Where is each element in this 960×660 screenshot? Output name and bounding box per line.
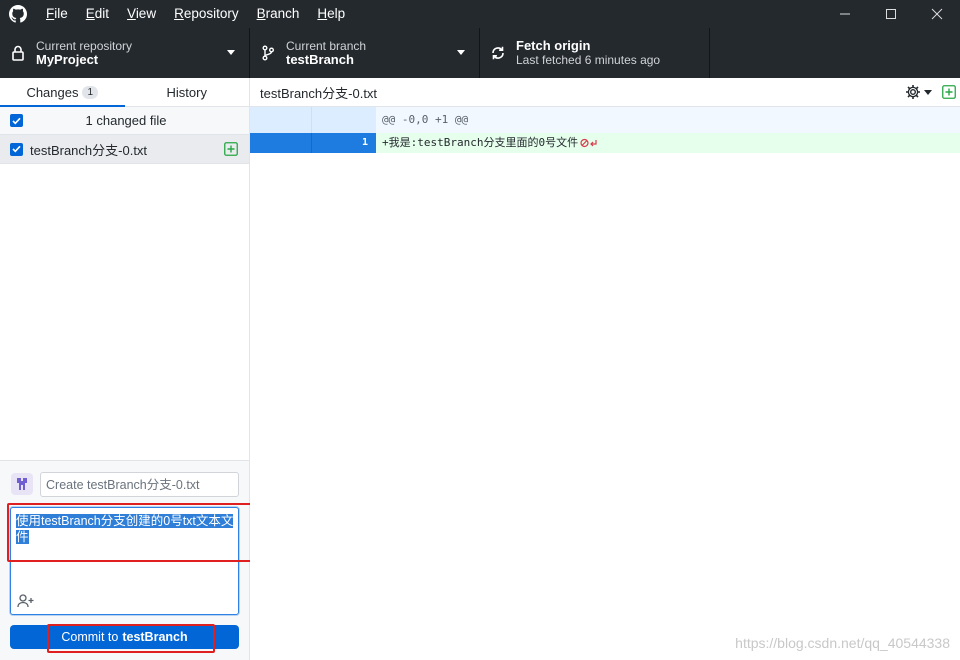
- changes-count-badge: 1: [82, 85, 99, 99]
- commit-summary-input[interactable]: [40, 472, 239, 497]
- window-controls: [822, 0, 960, 28]
- menu-file[interactable]: File: [36, 0, 77, 28]
- tab-changes-label: Changes: [26, 84, 79, 100]
- file-checkbox[interactable]: [10, 142, 23, 156]
- menu-help[interactable]: Help: [308, 0, 354, 28]
- chevron-down-icon: [924, 89, 932, 95]
- menu-repository[interactable]: Repository: [165, 0, 248, 28]
- file-added-icon: [224, 142, 238, 156]
- menu-branch[interactable]: Branch: [248, 0, 309, 28]
- menu-bar: File Edit View Repository Branch Help: [36, 0, 354, 28]
- fetch-origin-button[interactable]: Fetch origin Last fetched 6 minutes ago: [480, 28, 710, 78]
- current-branch-button[interactable]: Current branch testBranch: [250, 28, 480, 78]
- sidebar-tabs: Changes 1 History: [0, 78, 249, 107]
- close-icon[interactable]: [914, 0, 960, 28]
- hunk-header-text: @@ -0,0 +1 @@: [382, 113, 469, 126]
- file-name: testBranch分支-0.txt: [30, 142, 148, 158]
- fetch-title: Fetch origin: [516, 38, 591, 53]
- added-line-content: +我是:testBranch分支里面的0号文件: [376, 133, 598, 153]
- sync-icon: [480, 45, 516, 61]
- maximize-icon[interactable]: [868, 0, 914, 28]
- toolbar: Current repository MyProject Current bra…: [0, 28, 960, 78]
- lock-icon: [0, 45, 36, 61]
- changed-files-header: 1 changed file: [0, 107, 249, 135]
- tab-history[interactable]: History: [125, 78, 250, 106]
- repository-name: MyProject: [36, 52, 99, 67]
- diff-view: testBranch分支-0.txt @@ -0,0 +1 @@ 1 +我是:t…: [250, 78, 960, 660]
- diff-header: testBranch分支-0.txt: [250, 78, 960, 107]
- branch-label: Current branch: [286, 39, 367, 53]
- commit-description-text: 使用testBranch分支创建的0号txt文本文件: [16, 514, 234, 544]
- hunk-gutter-old: [250, 107, 312, 133]
- changed-files-count: 1 changed file: [85, 113, 167, 128]
- diff-settings-button[interactable]: [905, 84, 932, 100]
- file-list-item[interactable]: testBranch分支-0.txt: [0, 135, 249, 164]
- current-repository-button[interactable]: Current repository MyProject: [0, 28, 250, 78]
- commit-button-branch: testBranch: [122, 630, 188, 644]
- line-number[interactable]: 1: [312, 133, 376, 153]
- gear-icon: [906, 85, 920, 99]
- chevron-down-icon: [227, 50, 235, 55]
- chevron-down-icon: [457, 50, 465, 55]
- no-newline-icon: [580, 138, 598, 148]
- last-fetched-text: Last fetched 6 minutes ago: [516, 53, 661, 67]
- avatar: [11, 473, 33, 495]
- tab-history-label: History: [166, 84, 207, 100]
- commit-button-prefix: Commit to: [61, 630, 119, 644]
- commit-button[interactable]: Commit to testBranch: [10, 625, 239, 649]
- commit-description-field[interactable]: 使用testBranch分支创建的0号txt文本文件: [10, 507, 239, 615]
- file-added-icon: [942, 85, 956, 99]
- menu-view[interactable]: View: [118, 0, 165, 28]
- tab-changes[interactable]: Changes 1: [0, 78, 125, 107]
- added-line-text: +我是:testBranch分支里面的0号文件: [382, 136, 579, 149]
- branch-icon: [250, 45, 286, 61]
- diff-file-name: testBranch分支-0.txt: [260, 85, 378, 101]
- repository-label: Current repository: [36, 39, 133, 53]
- add-coauthor-icon[interactable]: [17, 593, 35, 609]
- changes-sidebar: Changes 1 History 1 changed file testBra…: [0, 78, 250, 660]
- title-bar: File Edit View Repository Branch Help: [0, 0, 960, 28]
- minimize-icon[interactable]: [822, 0, 868, 28]
- watermark-text: https://blog.csdn.net/qq_40544338: [735, 635, 950, 651]
- branch-name: testBranch: [286, 52, 354, 67]
- hunk-gutter-new: [312, 107, 376, 133]
- line-gutter-old[interactable]: [250, 133, 312, 153]
- menu-edit[interactable]: Edit: [77, 0, 118, 28]
- select-all-checkbox[interactable]: [10, 114, 23, 127]
- commit-panel: 使用testBranch分支创建的0号txt文本文件 Commit to tes…: [0, 460, 249, 660]
- github-logo-icon: [0, 0, 36, 28]
- diff-hunk-header: @@ -0,0 +1 @@: [250, 107, 960, 133]
- diff-added-line[interactable]: 1 +我是:testBranch分支里面的0号文件: [250, 133, 960, 153]
